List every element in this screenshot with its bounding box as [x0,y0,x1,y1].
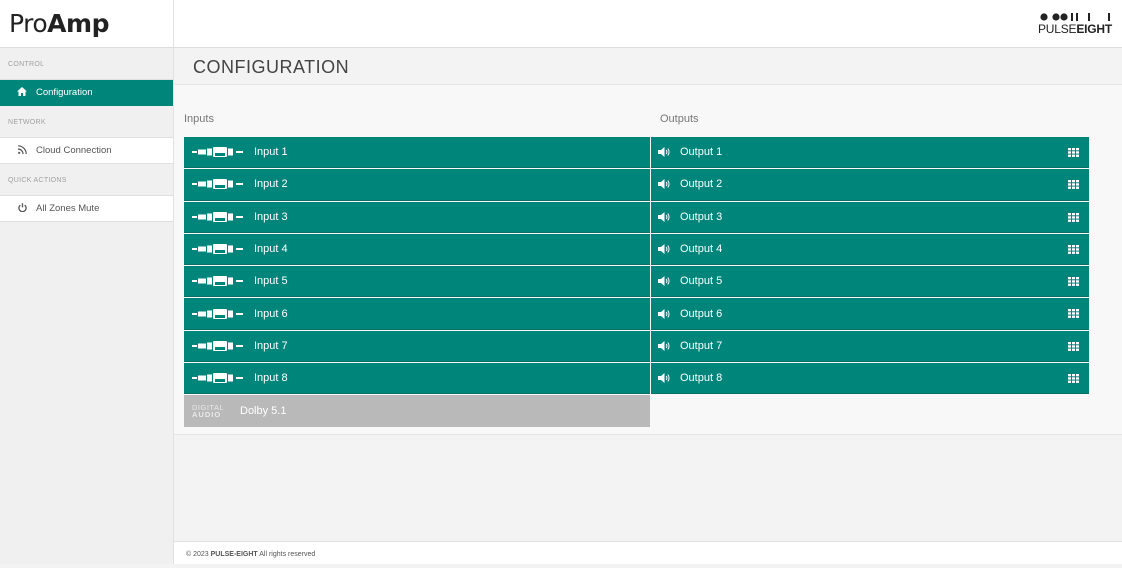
proamp-logo[interactable]: Pro Amp [0,0,173,48]
input-tile-8[interactable]: Input 8 [184,363,650,395]
io-row: Input 2 Output 2 [184,169,1089,201]
footer-prefix: © 2023 [186,551,211,558]
outputs-header: Outputs [660,113,699,125]
output-label: Output 8 [680,372,723,385]
section-label-quick-actions: QUICK ACTIONS [0,164,173,196]
speaker-icon [658,276,671,287]
input-tile-6[interactable]: Input 6 [184,298,650,330]
main-content: CONFIGURATION Inputs Outputs Input 1 Outp… [174,48,1122,541]
io-rows: Input 1 Output 1 Input 2 Output 2 Input 3 Out… [184,137,1089,428]
audio-jack-icon [192,211,244,222]
output-label: Output 3 [680,210,723,223]
digital-audio-badge: DIGITAL AUDIO [192,404,230,420]
input-tile-5[interactable]: Input 5 [184,266,650,298]
digital-badge-bottom: AUDIO [192,410,222,420]
speaker-icon [658,244,671,255]
output-tile-3[interactable]: Output 3 [651,201,1089,233]
output-label: Output 7 [680,339,723,352]
footer-suffix: All rights reserved [257,551,316,558]
input-label: Input 5 [254,275,288,288]
pulse-eight-mark-icon [1040,10,1112,22]
sidebar-item-label: Configuration [36,86,93,98]
sidebar-item-label: Cloud Connection [36,144,112,156]
io-row: Input 7 Output 7 [184,330,1089,363]
logo-pro: Pro [9,9,48,38]
sidebar-item-cloud-connection[interactable]: Cloud Connection [0,138,173,164]
audio-jack-icon [192,308,244,319]
sidebar-item-all-zones-mute[interactable]: All Zones Mute [0,196,173,222]
output-label: Output 2 [680,178,723,191]
io-row: Input 8 Output 8 [184,363,1089,395]
input-tile-2[interactable]: Input 2 [184,169,650,201]
digital-label: Dolby 5.1 [240,405,287,418]
brand-eight: EIGHT [1076,22,1112,36]
input-tile-4[interactable]: Input 4 [184,233,650,266]
output-label: Output 6 [680,307,723,320]
section-label-network: NETWORK [0,106,173,138]
input-label: Input 8 [254,372,288,385]
input-label: Input 4 [254,243,288,256]
input-label: Input 7 [254,339,288,352]
rss-icon [16,138,28,164]
output-tile-7[interactable]: Output 7 [651,330,1089,363]
sidebar-item-label: All Zones Mute [36,202,100,214]
configuration-panel: Inputs Outputs Input 1 Output 1 Input 2 Out… [174,85,1122,435]
top-bar: PULSEEIGHT [174,0,1122,48]
audio-jack-icon [192,244,244,255]
column-headers: Inputs Outputs [184,85,1089,137]
speaker-icon [658,147,671,158]
output-tile-5[interactable]: Output 5 [651,266,1089,298]
pulse-eight-wordmark: PULSEEIGHT [1038,22,1112,36]
footer-company: PULSE-EIGHT [210,551,258,558]
output-tile-8[interactable]: Output 8 [651,363,1089,395]
sidebar: Pro Amp CONTROL Configuration NETWORK Clo… [0,0,174,564]
io-row: Input 5 Output 5 [184,266,1089,298]
input-tile-7[interactable]: Input 7 [184,330,650,363]
io-row: Input 3 Output 3 [184,201,1089,234]
pulse-eight-logo[interactable]: PULSEEIGHT [1022,10,1112,40]
output-label: Output 5 [680,275,723,288]
output-tile-2[interactable]: Output 2 [651,169,1089,201]
output-tile-1[interactable]: Output 1 [651,137,1089,169]
digital-audio-tile[interactable]: DIGITAL AUDIO Dolby 5.1 [184,395,650,427]
home-icon [16,80,28,106]
io-row: Input 1 Output 1 [184,137,1089,169]
footer: © 2023 PULSE-EIGHT All rights reserved [174,541,1122,564]
input-label: Input 1 [254,146,288,159]
input-label: Input 2 [254,178,288,191]
input-label: Input 6 [254,307,288,320]
io-row: Input 4 Output 4 [184,233,1089,266]
speaker-icon [658,211,671,222]
input-tile-1[interactable]: Input 1 [184,137,650,169]
audio-jack-icon [192,340,244,351]
output-label: Output 1 [680,146,723,159]
inputs-header: Inputs [184,113,214,125]
speaker-icon [658,308,671,319]
speaker-icon [658,340,671,351]
brand-pulse: PULSE [1037,22,1077,36]
logo-amp: Amp [47,9,109,38]
sidebar-item-configuration[interactable]: Configuration [0,80,173,106]
audio-jack-icon [192,147,244,158]
digital-row: DIGITAL AUDIO Dolby 5.1 [184,395,1089,427]
power-icon [16,196,28,222]
output-label: Output 4 [680,243,723,256]
section-label-control: CONTROL [0,48,173,80]
audio-jack-icon [192,276,244,287]
output-tile-4[interactable]: Output 4 [651,233,1089,266]
speaker-icon [658,179,671,190]
audio-jack-icon [192,373,244,384]
output-tile-6[interactable]: Output 6 [651,298,1089,330]
io-row: Input 6 Output 6 [184,298,1089,330]
speaker-icon [658,373,671,384]
input-tile-3[interactable]: Input 3 [184,201,650,233]
input-label: Input 3 [254,210,288,223]
page-title: CONFIGURATION [174,48,1122,85]
audio-jack-icon [192,179,244,190]
